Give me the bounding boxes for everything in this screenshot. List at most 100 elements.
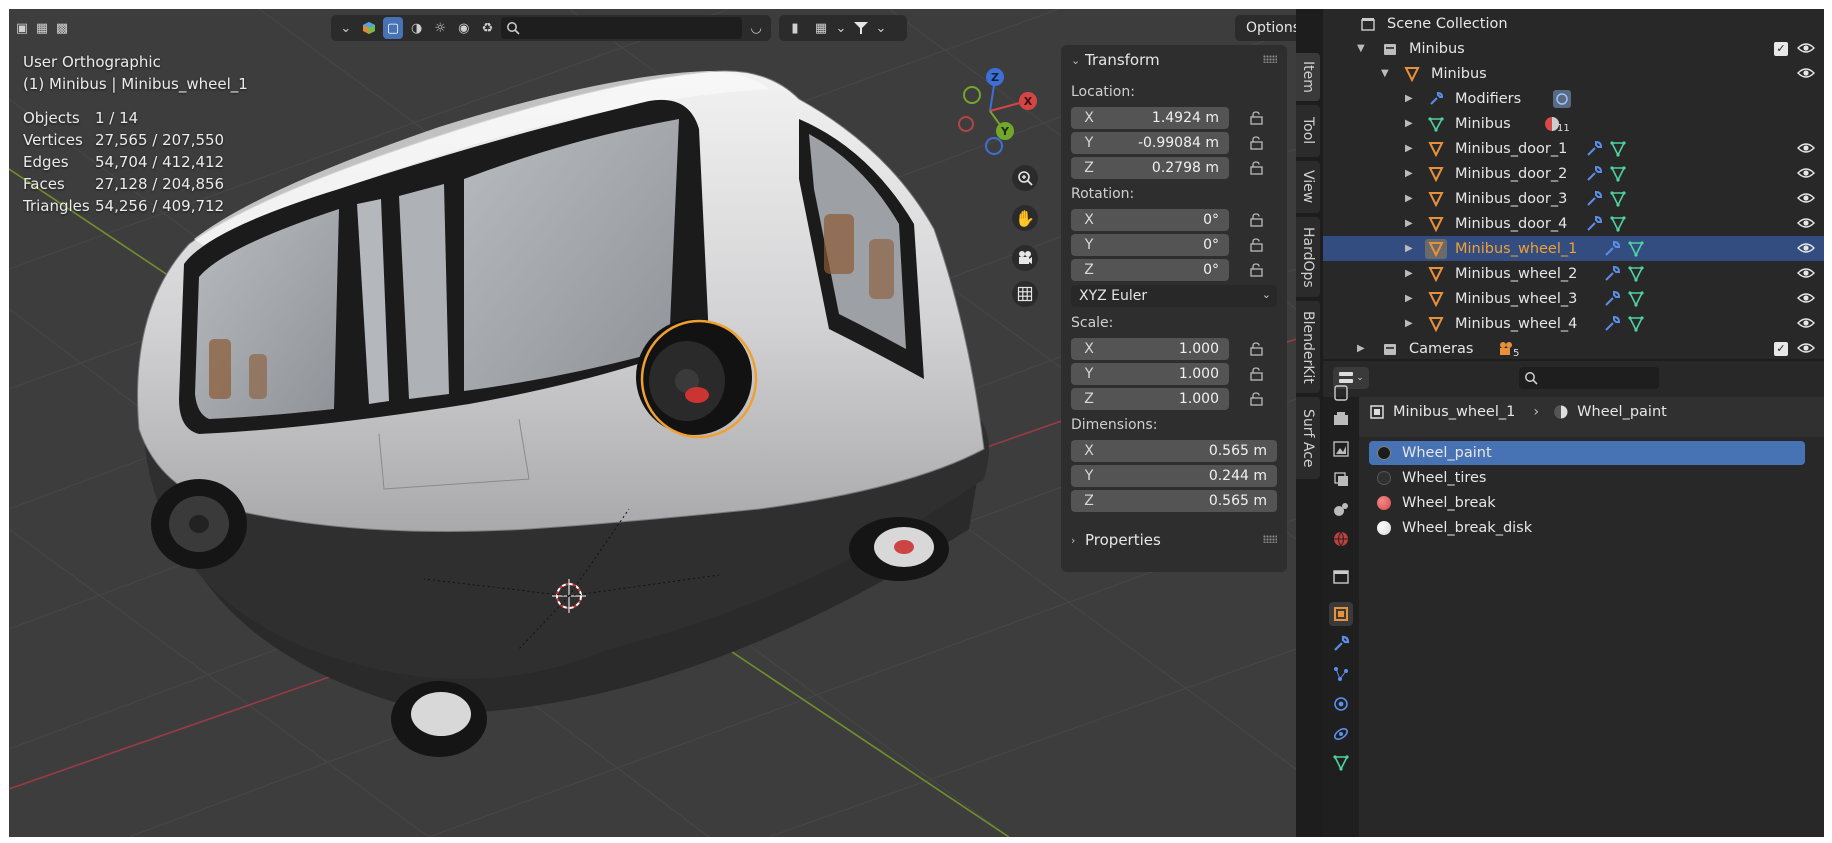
tab-tool[interactable]: Tool xyxy=(1296,105,1320,157)
select-subtract-icon[interactable]: ▩ xyxy=(54,17,70,39)
dimensions-z-field[interactable]: Z 0.565 m xyxy=(1071,490,1277,512)
mesh-data-icon[interactable] xyxy=(1329,751,1353,775)
material-slot-wheel-paint[interactable]: Wheel_paint xyxy=(1369,441,1805,465)
dimensions-y-field[interactable]: Y 0.244 m xyxy=(1071,465,1277,487)
tab-view[interactable]: View xyxy=(1296,161,1320,213)
outliner-row-minibus-object[interactable]: ▼ Minibus xyxy=(1323,61,1824,86)
constraints-tab-icon[interactable] xyxy=(1329,722,1353,746)
solid-shading-icon[interactable]: ▢ xyxy=(383,17,403,39)
scale-z-field[interactable]: Z 1.000 xyxy=(1071,388,1229,410)
mesh-data-icon[interactable] xyxy=(1627,265,1645,283)
camera-view-icon[interactable] xyxy=(1012,245,1038,271)
wrench-icon[interactable] xyxy=(1603,315,1621,333)
eye-visibility-icon[interactable] xyxy=(1797,316,1815,330)
lock-icon[interactable] xyxy=(1249,213,1265,227)
view-layer-tab-icon[interactable] xyxy=(1329,467,1353,491)
outliner-row-minibus-wheel-3[interactable]: ▶ Minibus_wheel_3 xyxy=(1323,286,1824,311)
expand-arrow-icon[interactable]: ▼ xyxy=(1357,43,1365,54)
outliner-row-minibus-door-1[interactable]: ▶ Minibus_door_1 xyxy=(1323,136,1824,161)
particles-tab-icon[interactable] xyxy=(1329,662,1353,686)
wrench-icon[interactable] xyxy=(1585,215,1603,233)
object-tab-icon[interactable] xyxy=(1329,602,1353,626)
eye-visibility-icon[interactable] xyxy=(1797,141,1815,155)
eye-visibility-icon[interactable] xyxy=(1797,291,1815,305)
lock-icon[interactable] xyxy=(1249,342,1265,356)
include-checkbox[interactable]: ✓ xyxy=(1774,341,1788,356)
tool-settings-icon[interactable]: ♻ xyxy=(478,17,498,39)
chevron-down-icon[interactable]: ⌄ xyxy=(336,17,356,39)
expand-arrow-icon[interactable]: ▶ xyxy=(1405,118,1413,129)
material-slot-wheel-break[interactable]: Wheel_break xyxy=(1369,491,1805,515)
lock-icon[interactable] xyxy=(1249,238,1265,252)
material-slot-wheel-tires[interactable]: Wheel_tires xyxy=(1369,466,1805,490)
eye-visibility-icon[interactable] xyxy=(1797,166,1815,180)
navigation-gizmo[interactable]: Z X Y xyxy=(939,61,1039,161)
eye-visibility-icon[interactable] xyxy=(1797,341,1815,355)
viewport-search-input[interactable] xyxy=(501,17,743,39)
material-preview-icon[interactable]: ◑ xyxy=(407,17,427,39)
chevron-down-icon[interactable]: ⌄ xyxy=(836,17,847,39)
rendered-shading-icon[interactable]: ☼ xyxy=(430,17,450,39)
eye-visibility-icon[interactable] xyxy=(1797,66,1815,80)
output-tab-icon[interactable] xyxy=(1329,437,1353,461)
mesh-data-icon[interactable] xyxy=(1627,315,1645,333)
wrench-icon[interactable] xyxy=(1585,190,1603,208)
expand-arrow-icon[interactable]: ▼ xyxy=(1381,68,1389,79)
outliner-row-minibus-door-2[interactable]: ▶ Minibus_door_2 xyxy=(1323,161,1824,186)
mesh-data-icon[interactable] xyxy=(1627,240,1645,258)
options-dropdown[interactable]: Options ⌄ xyxy=(1235,15,1296,41)
tab-item[interactable]: Item xyxy=(1296,53,1320,101)
shading-color-icon[interactable] xyxy=(360,17,380,39)
scale-x-field[interactable]: X 1.000 xyxy=(1071,338,1229,360)
hand-pan-icon[interactable]: ✋ xyxy=(1012,205,1038,231)
material-slot-wheel-break-disk[interactable]: Wheel_break_disk xyxy=(1369,516,1805,540)
properties-search-input[interactable] xyxy=(1519,367,1659,389)
scene-tab-icon[interactable] xyxy=(1329,497,1353,521)
modifier-badge-icon[interactable] xyxy=(1553,89,1571,108)
physics-tab-icon[interactable] xyxy=(1329,692,1353,716)
lock-icon[interactable] xyxy=(1249,161,1265,175)
location-x-field[interactable]: X 1.4924 m xyxy=(1071,107,1229,129)
overlay-toggle-icon[interactable]: ◡ xyxy=(746,17,766,39)
dimensions-x-field[interactable]: X 0.565 m xyxy=(1071,440,1277,462)
outliner-row-minibus-wheel-1[interactable]: ▶ Minibus_wheel_1 xyxy=(1323,236,1824,261)
drag-grip-icon[interactable] xyxy=(1263,55,1277,63)
tab-hardops[interactable]: HardOps xyxy=(1296,217,1320,297)
zoom-icon[interactable] xyxy=(1012,165,1038,191)
mesh-data-icon[interactable] xyxy=(1627,290,1645,308)
rotation-y-field[interactable]: Y 0° xyxy=(1071,234,1229,256)
rotation-mode-dropdown[interactable]: XYZ Euler ⌄ xyxy=(1071,285,1277,307)
outliner-row-minibus-wheel-4[interactable]: ▶ Minibus_wheel_4 xyxy=(1323,311,1824,336)
eye-visibility-icon[interactable] xyxy=(1797,241,1815,255)
rotation-x-field[interactable]: X 0° xyxy=(1071,209,1229,231)
lock-icon[interactable] xyxy=(1249,392,1265,406)
expand-arrow-icon[interactable]: ▶ xyxy=(1357,343,1365,354)
outliner-row-minibus-wheel-2[interactable]: ▶ Minibus_wheel_2 xyxy=(1323,261,1824,286)
expand-arrow-icon[interactable]: ▶ xyxy=(1405,93,1413,104)
3d-viewport[interactable]: ▣ ▦ ▩ ⌄ ▢ ◑ ☼ ◉ ♻ ◡ ▮ ▦ ⌄ ⌄ Options User… xyxy=(9,9,1296,837)
filter-icon[interactable] xyxy=(850,17,872,39)
tab-blenderkit[interactable]: BlenderKit xyxy=(1296,301,1320,393)
scale-y-field[interactable]: Y 1.000 xyxy=(1071,363,1229,385)
wrench-icon[interactable] xyxy=(1603,290,1621,308)
wrench-icon[interactable] xyxy=(1585,165,1603,183)
lock-icon[interactable] xyxy=(1249,367,1265,381)
eye-visibility-icon[interactable] xyxy=(1797,41,1815,55)
outliner-row-minibus-door-4[interactable]: ▶ Minibus_door_4 xyxy=(1323,211,1824,236)
wrench-icon[interactable] xyxy=(1329,632,1353,656)
location-z-field[interactable]: Z 0.2798 m xyxy=(1071,157,1229,179)
outliner-row-scene-collection[interactable]: Scene Collection xyxy=(1323,11,1824,36)
outliner-row-cameras[interactable]: ▶ Cameras 5 ✓ xyxy=(1323,336,1824,361)
outliner-row-modifiers[interactable]: ▶ Modifiers xyxy=(1323,86,1824,111)
include-checkbox[interactable]: ✓ xyxy=(1774,41,1788,56)
tool-tab-icon[interactable] xyxy=(1329,381,1353,405)
outliner-row-minibus-collection[interactable]: ▼ Minibus ✓ xyxy=(1323,36,1824,61)
render-tab-icon[interactable] xyxy=(1329,407,1353,431)
rotation-z-field[interactable]: Z 0° xyxy=(1071,259,1229,281)
mesh-data-icon[interactable] xyxy=(1609,215,1627,233)
outliner-row-minibus-mesh[interactable]: ▶ Minibus 11 xyxy=(1323,111,1824,136)
transform-panel-header[interactable]: ⌄ Transform xyxy=(1061,45,1287,75)
properties-panel-header[interactable]: › Properties xyxy=(1061,525,1287,555)
lock-icon[interactable] xyxy=(1249,263,1265,277)
eye-visibility-icon[interactable] xyxy=(1797,266,1815,280)
